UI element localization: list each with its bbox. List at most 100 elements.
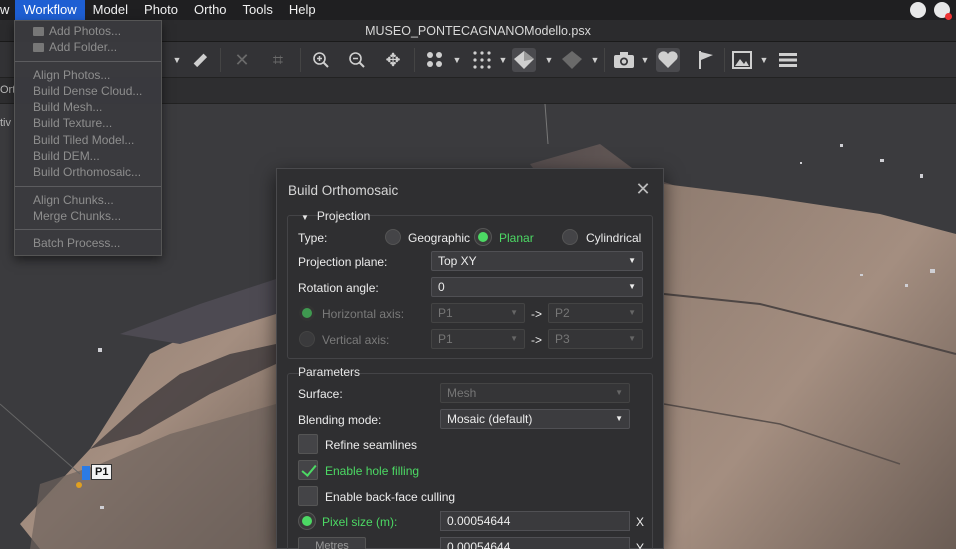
collapse-triangle-icon: ▼ [301, 213, 309, 222]
pixel-size-x-input[interactable]: 0.00054644 [440, 511, 630, 531]
chevron-down-icon[interactable]: ▼ [641, 48, 650, 72]
marker-label: P1 [91, 464, 113, 480]
photos-icon [33, 27, 44, 36]
workflow-menu: Add Photos... Add Folder... Align Photos… [14, 20, 162, 256]
marker-flag-icon [82, 466, 90, 480]
menu-item-build-dense-cloud[interactable]: Build Dense Cloud... [15, 83, 161, 99]
delete-icon[interactable]: ✕ [230, 48, 254, 72]
ruler-icon[interactable] [188, 48, 212, 72]
vertical-axis-to-select[interactable]: P3 ▼ [548, 329, 643, 349]
flag-icon[interactable] [694, 48, 718, 72]
chevron-down-icon: ▼ [628, 334, 636, 343]
parameters-section-label: Parameters [298, 365, 361, 379]
menu-photo[interactable]: Photo [136, 0, 186, 20]
menu-edge-fragment[interactable]: w [0, 0, 15, 20]
vertical-axis-from-select[interactable]: P1 ▼ [431, 329, 525, 349]
camera-icon[interactable] [612, 48, 636, 72]
radio-planar-label[interactable]: Planar [499, 231, 534, 245]
image-icon[interactable] [730, 48, 754, 72]
surface-label: Surface: [298, 387, 343, 401]
radio-cylindrical[interactable] [562, 229, 578, 245]
chevron-down-icon: ▼ [510, 308, 518, 317]
chevron-down-icon[interactable]: ▼ [453, 48, 462, 72]
menu-help[interactable]: Help [281, 0, 324, 20]
menu-separator [15, 60, 161, 62]
pixel-size-y-input[interactable]: 0.00054644 [440, 537, 630, 549]
chevron-down-icon[interactable]: ▼ [591, 48, 600, 72]
dialog-title: Build Orthomosaic [288, 183, 399, 198]
refine-seamlines-label[interactable]: Refine seamlines [325, 438, 417, 452]
menu-ortho[interactable]: Ortho [186, 0, 235, 20]
backface-culling-label[interactable]: Enable back-face culling [325, 490, 455, 504]
close-icon[interactable]: ✕ [635, 180, 651, 198]
menu-item-build-tiled-model[interactable]: Build Tiled Model... [15, 132, 161, 148]
rotation-angle-select[interactable]: 0 ▼ [431, 277, 643, 297]
horizontal-axis-label: Horizontal axis: [322, 307, 405, 321]
heart-icon[interactable] [656, 48, 680, 72]
radio-planar[interactable] [475, 229, 491, 245]
radio-cylindrical-label[interactable]: Cylindrical [586, 231, 641, 245]
hole-filling-label[interactable]: Enable hole filling [325, 464, 419, 478]
radio-geographic-label[interactable]: Geographic [408, 231, 470, 245]
projection-section[interactable]: ▼ Projection [301, 209, 370, 223]
folder-icon [33, 43, 44, 53]
radio-geographic[interactable] [385, 229, 401, 245]
radio-horizontal-axis[interactable] [299, 305, 315, 321]
units-metres-button[interactable]: Metres [298, 537, 366, 549]
chevron-down-icon: ▼ [628, 256, 636, 265]
mesh-shaded-icon[interactable] [512, 48, 536, 72]
menu-tools[interactable]: Tools [235, 0, 281, 20]
move-icon[interactable]: ✥ [381, 48, 405, 72]
backface-culling-checkbox[interactable] [298, 486, 318, 506]
hole-filling-checkbox[interactable] [298, 460, 318, 480]
menu-item-build-dem[interactable]: Build DEM... [15, 148, 161, 164]
crop-icon[interactable]: ⌗ [266, 48, 290, 72]
refine-seamlines-checkbox[interactable] [298, 434, 318, 454]
chevron-down-icon: ▼ [628, 282, 636, 291]
menu-workflow[interactable]: Workflow [15, 0, 85, 20]
tab-ortho-fragment[interactable]: Ort [0, 84, 15, 96]
left-panel-fragment: tiv [0, 117, 11, 129]
pixel-size-y-label: Y [636, 541, 645, 549]
chevron-down-icon[interactable]: ▼ [760, 48, 769, 72]
dense-cloud-icon[interactable] [470, 48, 494, 72]
horizontal-axis-to-select[interactable]: P2 ▼ [548, 303, 643, 323]
menu-item-align-photos[interactable]: Align Photos... [15, 67, 161, 83]
axis-arrow: -> [531, 333, 543, 347]
chevron-down-icon[interactable]: ▼ [545, 48, 554, 72]
pixel-size-x-label: X [636, 515, 645, 529]
axis-arrow: -> [531, 307, 543, 321]
layers-icon[interactable] [776, 48, 800, 72]
menu-item-build-mesh[interactable]: Build Mesh... [15, 99, 161, 115]
build-orthomosaic-dialog: Build Orthomosaic ✕ ▼ Projection Type: Ge… [276, 168, 664, 549]
menu-item-add-photos[interactable]: Add Photos... [15, 23, 161, 39]
projection-plane-select[interactable]: Top XY ▼ [431, 251, 643, 271]
chevron-down-icon[interactable]: ▼ [499, 48, 508, 72]
chevron-down-icon: ▼ [510, 334, 518, 343]
surface-select[interactable]: Mesh ▼ [440, 383, 630, 403]
horizontal-axis-from-select[interactable]: P1 ▼ [431, 303, 525, 323]
vertical-axis-label: Vertical axis: [322, 333, 390, 347]
mesh-textured-icon[interactable] [560, 48, 584, 72]
chevron-down-icon: ▼ [615, 414, 623, 423]
menu-item-build-texture[interactable]: Build Texture... [15, 115, 161, 131]
status-tray [910, 2, 952, 20]
menu-item-align-chunks[interactable]: Align Chunks... [15, 192, 161, 208]
menu-separator [15, 185, 161, 187]
menu-item-build-orthomosaic[interactable]: Build Orthomosaic... [15, 164, 161, 180]
menu-item-add-folder[interactable]: Add Folder... [15, 39, 161, 55]
checkmark-status-icon[interactable] [910, 2, 926, 18]
zoom-out-icon[interactable] [345, 48, 369, 72]
menu-item-batch-process[interactable]: Batch Process... [15, 235, 161, 251]
radio-vertical-axis[interactable] [299, 331, 315, 347]
point-cloud-icon[interactable] [423, 48, 447, 72]
menu-model[interactable]: Model [85, 0, 136, 20]
menu-separator [15, 229, 161, 231]
menu-item-merge-chunks[interactable]: Merge Chunks... [15, 208, 161, 224]
chevron-down-icon: ▼ [615, 388, 623, 397]
zoom-in-icon[interactable] [309, 48, 333, 72]
cloud-status-icon[interactable] [934, 2, 952, 20]
blending-mode-select[interactable]: Mosaic (default) ▼ [440, 409, 630, 429]
chevron-down-icon[interactable]: ▼ [173, 48, 182, 72]
radio-pixel-size[interactable] [299, 513, 315, 529]
